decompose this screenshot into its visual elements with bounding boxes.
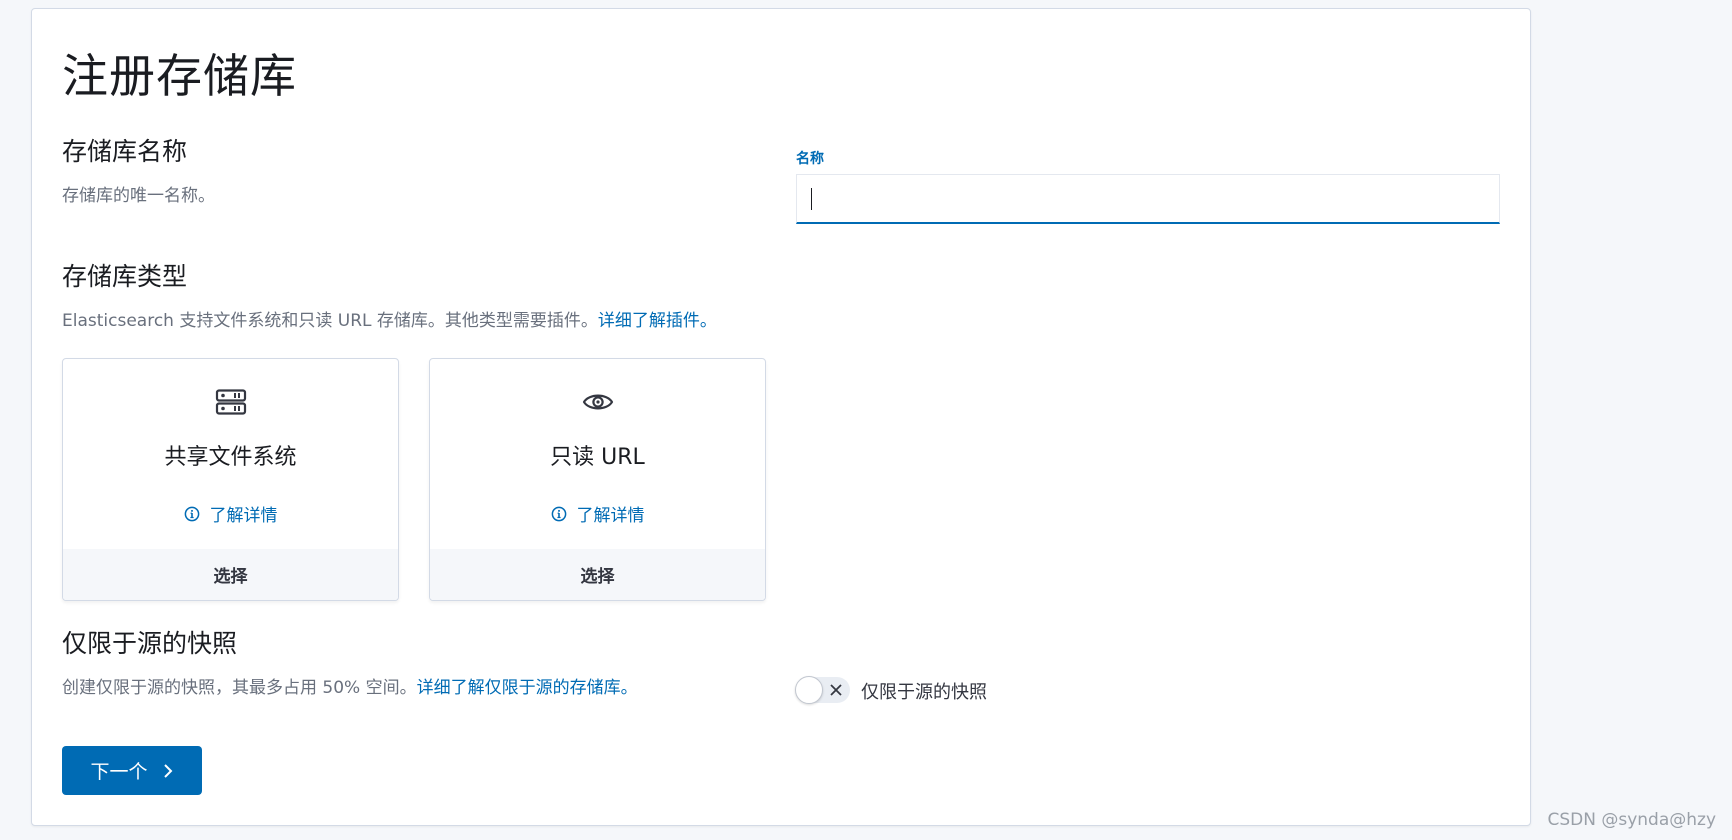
name-input[interactable] <box>796 174 1500 224</box>
eye-icon <box>430 389 765 415</box>
repo-type-card-url[interactable]: 只读 URL 了解详情 选择 <box>429 358 766 601</box>
select-button-url[interactable]: 选择 <box>430 549 765 600</box>
next-button-label: 下一个 <box>90 761 148 783</box>
select-button-fs[interactable]: 选择 <box>63 549 398 600</box>
learn-more-label: 了解详情 <box>576 506 645 526</box>
source-only-toggle[interactable] <box>795 676 850 704</box>
card-title-fs: 共享文件系统 <box>164 445 297 470</box>
repo-type-card-fs[interactable]: 共享文件系统 了解详情 选择 <box>62 358 399 601</box>
learn-more-plugins-link[interactable]: 详细了解插件。 <box>598 311 717 331</box>
storage-icon <box>63 389 398 415</box>
repo-type-title: 存储库类型 <box>62 262 188 291</box>
source-only-title: 仅限于源的快照 <box>62 629 238 658</box>
repo-name-title: 存储库名称 <box>62 137 188 166</box>
learn-more-link-fs[interactable]: 了解详情 <box>63 501 398 526</box>
repo-type-description-text: Elasticsearch 支持文件系统和只读 URL 存储库。其他类型需要插件… <box>62 311 598 331</box>
card-title-url: 只读 URL <box>550 445 645 470</box>
repo-name-description: 存储库的唯一名称。 <box>62 186 215 206</box>
learn-more-source-only-link[interactable]: 详细了解仅限于源的存储库。 <box>417 678 638 698</box>
learn-more-link-url[interactable]: 了解详情 <box>430 501 765 526</box>
source-only-toggle-label: 仅限于源的快照 <box>861 682 987 703</box>
page-title: 注册存储库 <box>62 49 297 103</box>
text-caret <box>811 188 812 210</box>
toggle-knob <box>795 676 823 704</box>
chevron-right-icon <box>163 763 172 778</box>
next-button[interactable]: 下一个 <box>62 746 202 795</box>
source-only-description-text: 创建仅限于源的快照，其最多占用 50% 空间。 <box>62 678 417 698</box>
watermark: CSDN @synda@hzy <box>1547 810 1716 830</box>
source-only-description: 创建仅限于源的快照，其最多占用 50% 空间。详细了解仅限于源的存储库。 <box>62 673 638 698</box>
learn-more-label: 了解详情 <box>209 506 278 526</box>
name-field-label: 名称 <box>796 151 824 167</box>
repo-type-description: Elasticsearch 支持文件系统和只读 URL 存储库。其他类型需要插件… <box>62 306 717 331</box>
close-icon <box>830 684 842 696</box>
info-icon <box>184 506 199 521</box>
info-icon <box>551 506 566 521</box>
